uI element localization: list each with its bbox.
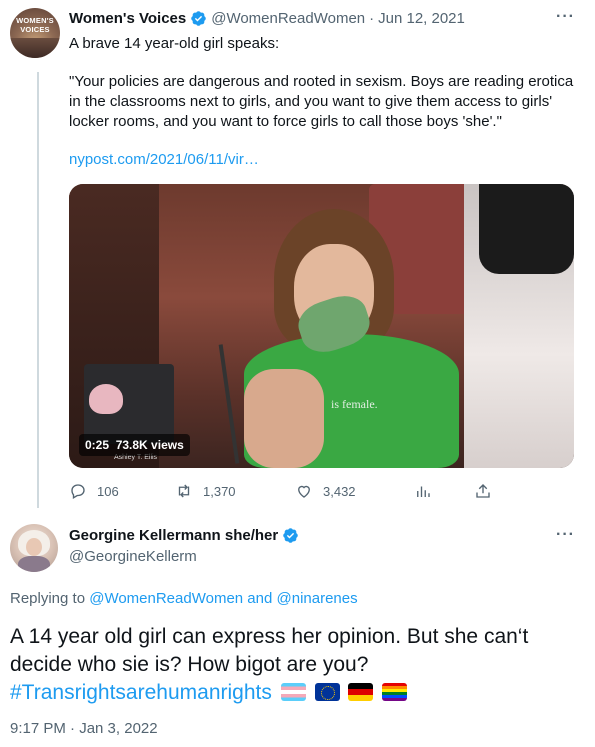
tweet-date[interactable]: Jun 12, 2021 [378, 10, 465, 27]
author-name[interactable]: Georgine Kellermann she/her [69, 527, 278, 544]
avatar[interactable]: WOMEN'S VOICES [10, 8, 60, 58]
video-player[interactable]: is female. Ashley T. Ellis 0:25 73.8K vi… [69, 184, 574, 468]
avatar-logo-text: WOMEN'S VOICES [16, 16, 54, 34]
analytics-button[interactable] [414, 482, 432, 500]
tweet-header: Women's Voices @WomenReadWomen · Jun 12,… [69, 10, 465, 27]
eu-flag-icon [314, 683, 340, 701]
meta-separator: · [369, 10, 375, 27]
avatar[interactable] [10, 524, 58, 572]
video-duration: 0:25 [85, 438, 110, 452]
replying-to: Replying to @WomenReadWomen and @ninaren… [10, 590, 358, 607]
tweet-header: Georgine Kellermann she/her [69, 527, 299, 544]
share-icon [476, 484, 490, 498]
author-handle[interactable]: @GeorgineKellerm [69, 548, 197, 565]
rainbow-flag-icon [382, 683, 408, 701]
more-options-icon[interactable]: ··· [556, 526, 575, 544]
reply-button[interactable]: 106 [69, 482, 119, 500]
tweet-actions: 106 1,370 3,432 [69, 482, 499, 502]
video-duration-badge: 0:25 73.8K views [79, 434, 190, 456]
tweet-text-quote: "Your policies are dangerous and rooted … [69, 73, 574, 130]
thread-connector-line [37, 72, 39, 508]
tweet-text: A 14 year old girl can express her opini… [10, 623, 585, 707]
transgender-flag-icon [280, 683, 306, 701]
retweet-count: 1,370 [203, 483, 236, 499]
like-button[interactable]: 3,432 [295, 482, 356, 500]
reply-count: 106 [97, 483, 119, 499]
author-name[interactable]: Women's Voices [69, 10, 186, 27]
heart-icon [298, 485, 310, 498]
more-options-icon[interactable]: ··· [556, 8, 575, 26]
video-views: 73.8K views [115, 438, 184, 452]
mention-and: and [247, 590, 273, 607]
like-count: 3,432 [323, 483, 356, 499]
mention-link[interactable]: @WomenReadWomen [89, 590, 243, 607]
tweet-link[interactable]: nypost.com/2021/06/11/vir… [69, 151, 259, 168]
hashtag-link[interactable]: #Transrightsarehumanrights [10, 681, 272, 704]
reply-icon [71, 484, 85, 499]
tweet-timestamp[interactable]: 9:17 PM · Jan 3, 2022 [10, 720, 158, 737]
shirt-text: is female. [331, 397, 378, 411]
mention-link[interactable]: @ninarenes [277, 590, 358, 607]
verified-badge-icon [283, 528, 298, 543]
tweet-text-intro: A brave 14 year-old girl speaks: [69, 35, 280, 52]
share-button[interactable] [474, 482, 492, 500]
verified-badge-icon [191, 11, 206, 26]
author-handle[interactable]: @WomenReadWomen [211, 10, 365, 27]
heart-sticker-icon [89, 384, 123, 414]
retweet-icon [178, 484, 190, 498]
analytics-icon [417, 486, 430, 497]
germany-flag-icon [348, 683, 374, 701]
retweet-button[interactable]: 1,370 [175, 482, 236, 500]
microphone-icon [218, 344, 240, 464]
tweet-body: A 14 year old girl can express her opini… [10, 625, 529, 676]
